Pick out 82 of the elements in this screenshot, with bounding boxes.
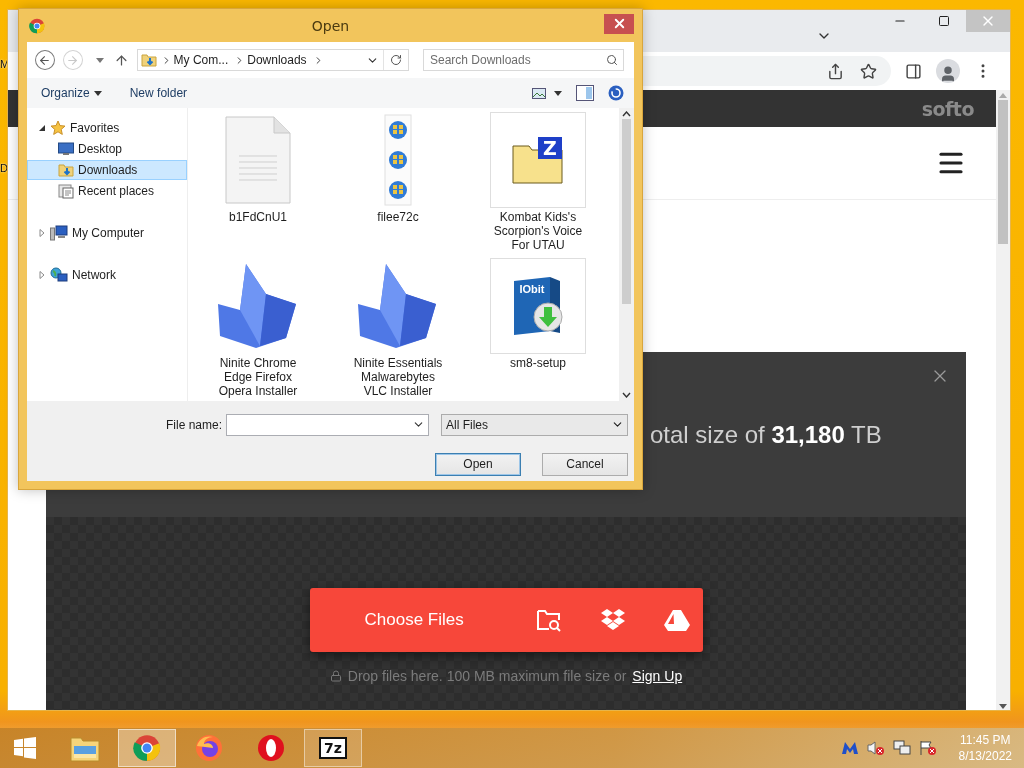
- file-name[interactable]: Ninite Essentials Malwarebytes VLC Installer: [350, 356, 446, 398]
- network-icon[interactable]: [892, 740, 911, 756]
- 7zip-icon: 7z: [319, 737, 347, 759]
- file-name[interactable]: Ninite Chrome Edge Firefox Opera Installer: [210, 356, 306, 398]
- folder-search-icon[interactable]: [535, 608, 562, 632]
- total-size-text: otal size of 31,180 TB: [650, 420, 882, 449]
- drop-files-note: Drop files here. 100 MB maximum file size or: [347, 668, 627, 684]
- site-logo[interactable]: softo: [921, 97, 974, 120]
- share-icon[interactable]: [827, 62, 844, 80]
- menu-button[interactable]: Organize: [41, 86, 102, 100]
- nav-pane-item[interactable]: Desktop: [27, 139, 187, 159]
- view-options-icon[interactable]: [532, 87, 562, 99]
- network-icon: [50, 267, 68, 283]
- file-explorer-icon: [70, 734, 100, 762]
- recent-places-icon: [58, 183, 74, 199]
- address-bar[interactable]: My Com... Downloads: [136, 49, 409, 71]
- star-icon: [50, 120, 66, 136]
- file-name-field[interactable]: [226, 413, 429, 436]
- lock-icon: [329, 670, 342, 682]
- scrollbar-thumb[interactable]: [622, 119, 631, 304]
- file-name[interactable]: filee72c: [350, 210, 446, 224]
- sign-up-link[interactable]: Sign Up: [632, 668, 683, 684]
- file-thumbnail[interactable]: IObit: [490, 258, 586, 354]
- firefox-icon: [195, 734, 223, 762]
- bookmark-star-icon[interactable]: [860, 62, 877, 80]
- profile-avatar[interactable]: [936, 59, 960, 83]
- taskbar-app-button[interactable]: 7z: [304, 729, 362, 767]
- file-list-scrollbar[interactable]: [619, 108, 634, 401]
- clock-time: 11:45 PM: [960, 732, 1011, 748]
- scrollbar-thumb[interactable]: [998, 100, 1008, 244]
- left-arrow-icon: [38, 53, 52, 67]
- scroll-down-arrow-icon[interactable]: [999, 704, 1007, 710]
- collapse-triangle-icon[interactable]: [38, 124, 46, 132]
- monitor-icon: [58, 142, 74, 156]
- search-field[interactable]: Search Downloads: [423, 49, 624, 71]
- computer-icon: [50, 225, 68, 241]
- dropbox-icon[interactable]: [599, 608, 626, 632]
- opera-icon: [257, 734, 285, 762]
- flag-icon[interactable]: [918, 740, 937, 756]
- cancel-button[interactable]: Cancel: [542, 453, 628, 477]
- desktop-icon-label: D: [0, 162, 8, 174]
- refresh-icon: [390, 54, 402, 66]
- nav-pane-item[interactable]: Favorites: [27, 118, 187, 138]
- right-arrow-icon: [66, 53, 80, 67]
- expand-triangle-icon[interactable]: [38, 271, 46, 279]
- breadcrumb-item[interactable]: My Com...: [171, 53, 235, 67]
- close-button[interactable]: [604, 13, 634, 34]
- file-name-label: File name:: [165, 417, 222, 432]
- file-name[interactable]: Kombat Kids's Scorpion's Voice For UTAU: [490, 210, 586, 252]
- shield-m-icon[interactable]: [840, 740, 859, 756]
- nav-pane-item[interactable]: My Computer: [27, 223, 187, 243]
- page-scrollbar[interactable]: [996, 90, 1010, 710]
- windows-logo-icon: [13, 736, 37, 760]
- windows-orbs-icon: [384, 114, 412, 206]
- breadcrumb-item[interactable]: Downloads: [245, 53, 313, 67]
- side-panel-icon[interactable]: [905, 62, 922, 80]
- document-icon: [225, 116, 291, 204]
- dialog-title: Open: [310, 17, 351, 34]
- file-thumbnail[interactable]: Z: [490, 112, 586, 208]
- chrome-icon: [29, 17, 45, 34]
- taskbar-app-button[interactable]: [118, 729, 176, 767]
- speaker-muted-icon[interactable]: [866, 740, 885, 756]
- file-name[interactable]: sm8-setup: [490, 356, 586, 370]
- nav-pane-item[interactable]: Downloads: [27, 160, 187, 180]
- nav-pane-item[interactable]: Network: [27, 265, 187, 285]
- open-button[interactable]: Open: [435, 453, 521, 477]
- file-name[interactable]: b1FdCnU1: [210, 210, 306, 224]
- search-icon: [606, 54, 618, 66]
- expand-triangle-icon[interactable]: [38, 229, 46, 237]
- preview-pane-icon[interactable]: [576, 85, 594, 101]
- chrome-icon: [133, 734, 161, 762]
- choose-files-button[interactable]: Choose Files: [309, 588, 486, 652]
- nav-pane-item[interactable]: Recent places: [27, 181, 187, 201]
- folder-download-icon: [140, 52, 157, 68]
- file-type-dropdown[interactable]: All Files: [441, 413, 628, 436]
- clock-date: 8/13/2022: [958, 748, 1012, 764]
- maximize-icon: [938, 15, 950, 27]
- toolbar-button[interactable]: New folder: [129, 86, 188, 100]
- desktop-icon-label: M: [0, 58, 10, 70]
- triangle-drive-icon[interactable]: [663, 609, 690, 631]
- help-icon[interactable]: [608, 85, 624, 101]
- folder-download-icon: [58, 162, 74, 178]
